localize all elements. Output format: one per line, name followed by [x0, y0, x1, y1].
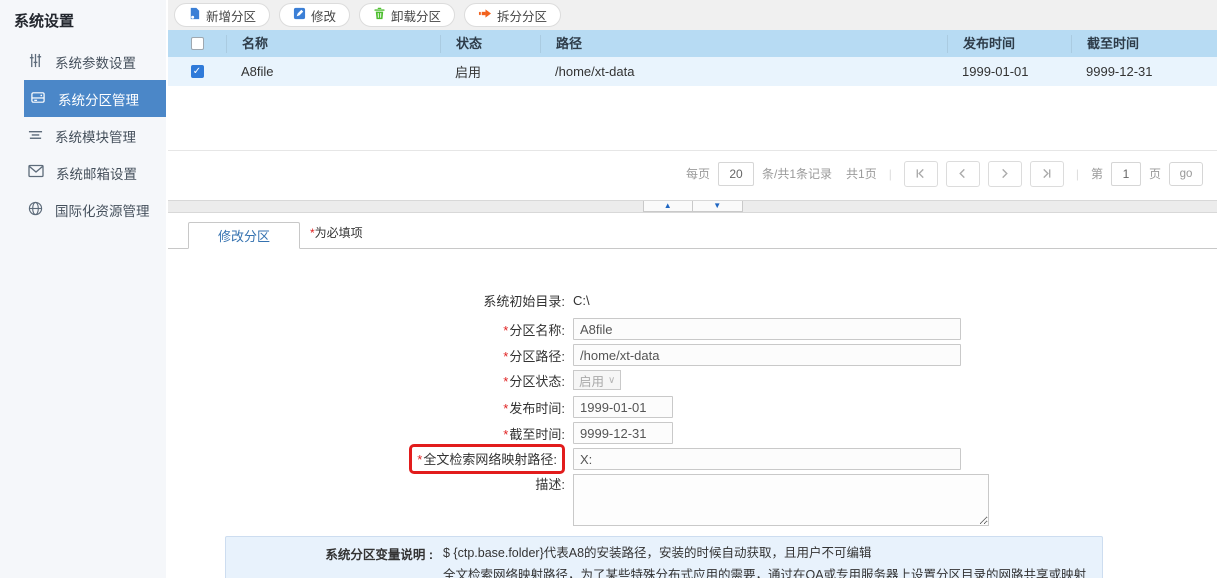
table-empty-area — [168, 86, 1217, 150]
select-all-checkbox[interactable] — [190, 37, 204, 50]
unload-partition-button[interactable]: 卸载分区 — [359, 3, 456, 27]
column-header-status[interactable]: 状态 — [440, 34, 540, 53]
pagination-bar: 每页 条/共1条记录 共1页 | | 第 页 go — [168, 150, 1217, 196]
sidebar-item-mailbox[interactable]: 系统邮箱设置 — [0, 154, 166, 191]
column-header-publish[interactable]: 发布时间 — [947, 34, 1071, 53]
split-partition-button[interactable]: 拆分分区 — [464, 3, 562, 27]
partition-drive-icon — [30, 90, 46, 108]
partition-status-select[interactable]: 启用 — [573, 370, 622, 390]
sidebar-item-label: 系统模块管理 — [55, 129, 136, 145]
collapse-up-icon[interactable]: ▲ — [644, 201, 693, 211]
field-label-partition-name: 分区名称 — [509, 323, 565, 338]
tab-modify-partition[interactable]: 修改分区 — [188, 222, 300, 249]
modules-icon — [28, 127, 43, 145]
field-label-end-date: 截至时间 — [509, 427, 565, 442]
main-content: 新增分区 修改 卸载分区 拆分分区 名称 状态 路径 发布时间 截至时间 ✓ A… — [168, 0, 1217, 578]
fulltext-network-path-input[interactable] — [573, 448, 961, 470]
column-header-end[interactable]: 截至时间 — [1071, 34, 1217, 53]
table-header: 名称 状态 路径 发布时间 截至时间 — [168, 30, 1217, 57]
per-page-label: 每页 — [686, 167, 711, 181]
total-pages-text: 共1页 — [846, 167, 877, 181]
info-label-variable: 系统分区变量说明 — [238, 544, 443, 563]
per-page-input[interactable] — [718, 161, 755, 186]
end-date-input[interactable] — [573, 422, 673, 444]
sliders-icon — [28, 53, 43, 71]
add-document-icon — [188, 7, 201, 23]
last-page-icon — [1043, 168, 1051, 179]
sidebar-item-partition-mgmt[interactable]: 系统分区管理 — [24, 80, 166, 117]
sidebar-item-label: 系统邮箱设置 — [56, 166, 137, 182]
button-label: 修改 — [311, 9, 337, 24]
next-page-button[interactable] — [987, 160, 1022, 187]
field-label-fulltext-path: 全文检索网络映射路径 — [423, 452, 557, 467]
panel-splitter[interactable]: ▲ ▼ — [168, 200, 1217, 213]
next-page-icon — [1002, 168, 1009, 179]
table-row[interactable]: ✓ A8file 启用 /home/xt-data 1999-01-01 999… — [168, 57, 1217, 86]
add-partition-button[interactable]: 新增分区 — [174, 3, 271, 27]
first-page-button[interactable] — [903, 160, 938, 187]
publish-date-input[interactable] — [573, 396, 673, 418]
sidebar-item-label: 国际化资源管理 — [55, 203, 150, 219]
initial-dir-value: C:\ — [573, 293, 590, 308]
tab-strip: 修改分区 *为必填项 — [168, 220, 1217, 249]
modify-button[interactable]: 修改 — [279, 3, 351, 27]
button-label: 新增分区 — [206, 9, 257, 24]
prev-page-button[interactable] — [945, 160, 980, 187]
sidebar-item-module-mgmt[interactable]: 系统模块管理 — [0, 117, 166, 154]
mail-icon — [28, 164, 44, 181]
splitter-control: ▲ ▼ — [642, 201, 743, 212]
field-label-initial-dir: 系统初始目录 — [483, 294, 565, 309]
button-label: 卸载分区 — [391, 9, 442, 24]
trash-icon — [373, 7, 386, 23]
toolbar: 新增分区 修改 卸载分区 拆分分区 — [168, 0, 1217, 30]
edit-icon — [293, 7, 306, 23]
required-note: *为必填项 — [310, 226, 363, 240]
row-publish: 1999-01-01 — [962, 64, 1029, 79]
sidebar-item-label: 系统参数设置 — [55, 55, 136, 71]
split-arrow-icon — [478, 7, 492, 23]
description-textarea[interactable] — [573, 474, 989, 526]
field-label-partition-status: 分区状态 — [509, 374, 565, 389]
first-page-icon — [916, 168, 925, 179]
go-button[interactable]: go — [1169, 161, 1203, 186]
info-box: 系统分区变量说明 $ {ctp.base.folder}代表A8的安装路径，安装… — [225, 536, 1103, 578]
info-value-variable: $ {ctp.base.folder}代表A8的安装路径，安装的时候自动获取，且… — [443, 546, 872, 560]
button-label: 拆分分区 — [497, 9, 548, 24]
sidebar-item-i18n[interactable]: 国际化资源管理 — [0, 191, 166, 228]
last-page-button[interactable] — [1029, 160, 1064, 187]
records-text: 条/共1条记录 — [762, 167, 833, 181]
sidebar-item-system-params[interactable]: 系统参数设置 — [0, 43, 166, 80]
partition-path-input[interactable] — [573, 344, 961, 366]
field-label-publish-date: 发布时间 — [509, 401, 565, 416]
column-header-name[interactable]: 名称 — [226, 34, 440, 53]
collapse-down-icon[interactable]: ▼ — [692, 201, 742, 211]
row-checkbox[interactable]: ✓ — [190, 65, 204, 78]
sidebar: 系统设置 系统参数设置 系统分区管理 系统模块管理 系统邮箱设置 国际化资源管理 — [0, 0, 166, 578]
current-page-input[interactable] — [1110, 161, 1141, 186]
row-end: 9999-12-31 — [1086, 64, 1153, 79]
prev-page-icon — [959, 168, 966, 179]
sidebar-item-label: 系统分区管理 — [58, 92, 139, 108]
column-header-path[interactable]: 路径 — [540, 34, 947, 53]
page-suffix: 页 — [1148, 167, 1161, 181]
row-status: 启用 — [455, 65, 482, 80]
info-value-fulltext: 全文检索网络映射路径，为了某些特殊分布式应用的需要，通过在OA或专用服务器上设置… — [443, 568, 1087, 578]
sidebar-title: 系统设置 — [14, 13, 75, 30]
field-label-description: 描述 — [535, 477, 565, 492]
pagination-divider: | — [888, 166, 892, 181]
row-name: A8file — [241, 64, 274, 79]
pagination-divider: | — [1075, 166, 1079, 181]
page-prefix: 第 — [1090, 167, 1103, 181]
partition-name-input[interactable] — [573, 318, 961, 340]
globe-icon — [28, 201, 43, 219]
field-label-partition-path: 分区路径 — [509, 349, 565, 364]
partition-form: 系统初始目录 C:\ *分区名称 *分区路径 *分区状态 启用 *发布时间 *截… — [168, 249, 1217, 578]
row-path: /home/xt-data — [555, 64, 635, 79]
annotation-highlight: *全文检索网络映射路径 — [409, 444, 565, 474]
app-window: 系统设置 系统参数设置 系统分区管理 系统模块管理 系统邮箱设置 国际化资源管理… — [0, 0, 1217, 578]
